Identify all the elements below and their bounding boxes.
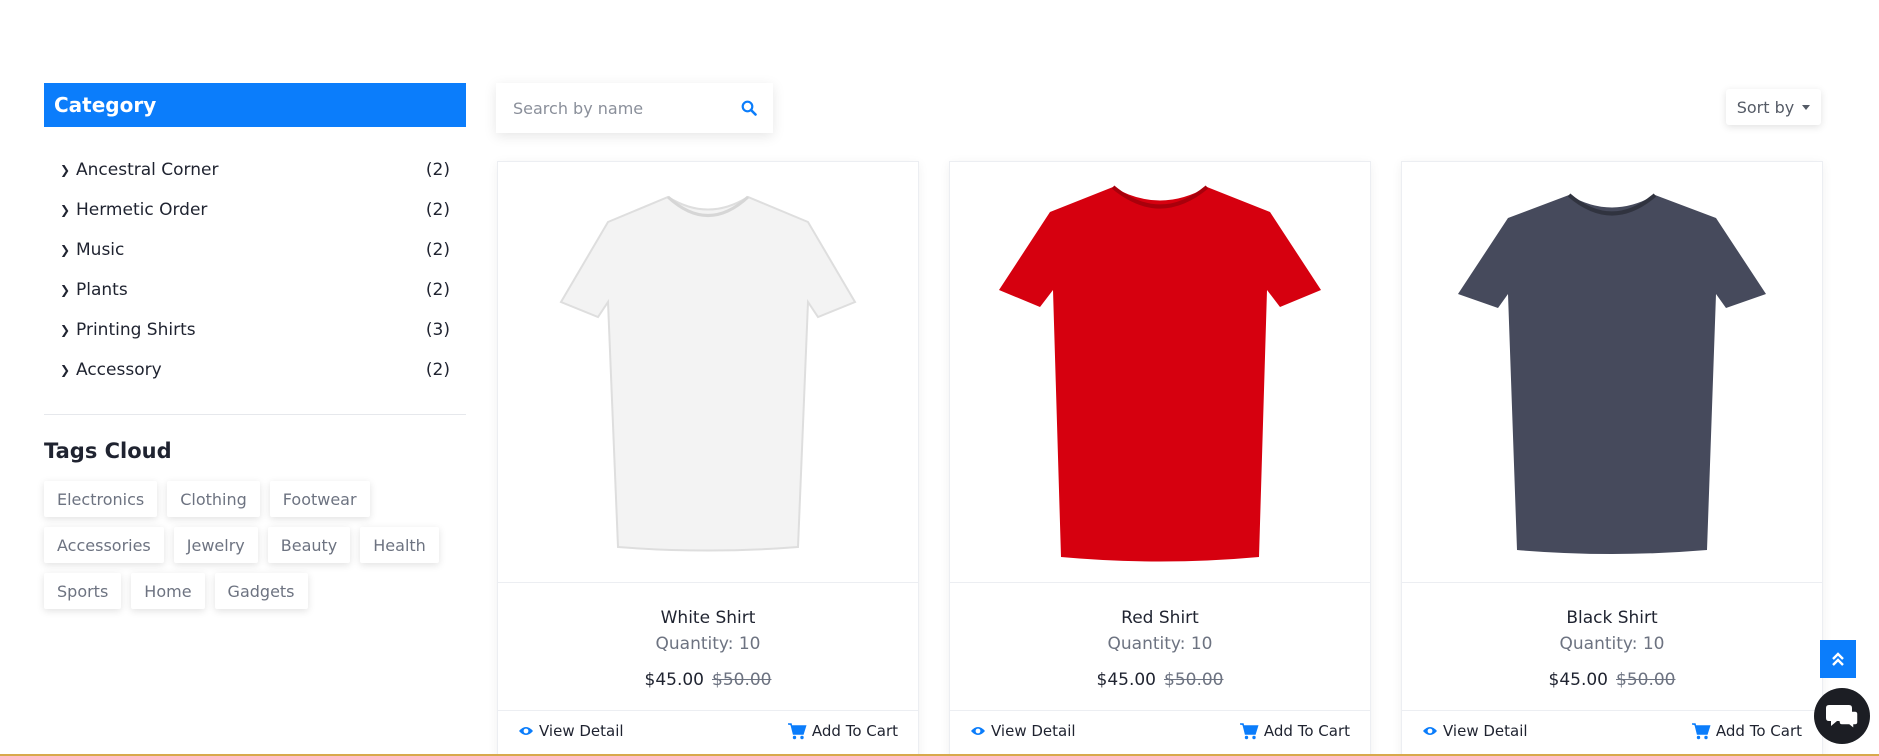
current-price: $45.00 (1096, 670, 1156, 690)
product-actions: View Detail Add To Cart (1402, 711, 1822, 740)
view-detail-button[interactable]: View Detail (970, 722, 1076, 740)
chat-icon (1826, 705, 1859, 731)
category-item[interactable]: ❯ Printing Shirts (3) (60, 310, 450, 350)
sort-by-label: Sort by (1736, 97, 1795, 117)
chevron-right-icon: ❯ (60, 203, 71, 217)
product-price: $45.00 $50.00 (498, 670, 918, 690)
category-label: Printing Shirts (76, 320, 196, 340)
search-icon[interactable] (739, 98, 759, 118)
category-count: (2) (425, 240, 450, 260)
eye-icon (971, 727, 985, 735)
product-name[interactable]: White Shirt (498, 583, 918, 628)
search-input[interactable] (513, 98, 739, 118)
category-item[interactable]: ❯ Plants (2) (60, 270, 450, 310)
view-detail-button[interactable]: View Detail (1422, 722, 1528, 740)
product-quantity: Quantity: 10 (1559, 634, 1665, 654)
product-info: Red Shirt Quantity: 10 $45.00 $50.00 (950, 583, 1370, 711)
product-actions: View Detail Add To Cart (498, 711, 918, 740)
add-to-cart-button[interactable]: Add To Cart (1239, 722, 1350, 740)
cart-icon (1691, 723, 1711, 740)
category-label: Ancestral Corner (76, 160, 219, 180)
chevron-right-icon: ❯ (60, 363, 71, 377)
add-to-cart-button[interactable]: Add To Cart (1691, 722, 1802, 740)
product-quantity: Quantity: 10 (1107, 634, 1213, 654)
product-card: Red Shirt Quantity: 10 $45.00 $50.00 View… (949, 161, 1371, 756)
tag[interactable]: Beauty (267, 527, 351, 563)
category-count: (2) (425, 360, 450, 380)
sidebar-divider (44, 414, 466, 415)
tshirt-image (1458, 192, 1766, 554)
product-card: White Shirt Quantity: 10 $45.00 $50.00 Vi… (497, 161, 919, 756)
product-quantity: Quantity: 10 (655, 634, 761, 654)
old-price: $50.00 (1616, 670, 1676, 690)
view-detail-label: View Detail (539, 722, 624, 740)
category-item[interactable]: ❯ Accessory (2) (60, 350, 450, 390)
category-count: (2) (425, 200, 450, 220)
sidebar: Category ❯ Ancestral Corner (2) ❯ Hermetic… (44, 83, 466, 619)
tags-cloud: Electronics Clothing Footwear Accessorie… (44, 481, 464, 619)
add-to-cart-label: Add To Cart (1715, 722, 1802, 740)
eye-icon (519, 727, 533, 735)
old-price: $50.00 (1164, 670, 1224, 690)
product-image[interactable] (1402, 162, 1822, 583)
tag[interactable]: Accessories (44, 527, 164, 563)
caret-down-icon (1802, 104, 1811, 110)
chevron-right-icon: ❯ (60, 243, 71, 257)
chevron-right-icon: ❯ (60, 283, 71, 297)
category-count: (2) (425, 280, 450, 300)
current-price: $45.00 (1548, 670, 1608, 690)
product-price: $45.00 $50.00 (1402, 670, 1822, 690)
view-detail-button[interactable]: View Detail (518, 722, 624, 740)
add-to-cart-button[interactable]: Add To Cart (787, 722, 898, 740)
add-to-cart-label: Add To Cart (811, 722, 898, 740)
tag[interactable]: Home (131, 573, 205, 609)
tag[interactable]: Clothing (167, 481, 260, 517)
back-to-top-button[interactable] (1820, 640, 1856, 678)
eye-icon (1423, 727, 1437, 735)
category-item[interactable]: ❯ Music (2) (60, 230, 450, 270)
product-image[interactable] (498, 162, 918, 583)
view-detail-label: View Detail (991, 722, 1076, 740)
tshirt-image (559, 195, 857, 552)
product-card: Black Shirt Quantity: 10 $45.00 $50.00 Vi… (1401, 161, 1823, 756)
category-item[interactable]: ❯ Hermetic Order (2) (60, 190, 450, 230)
tag[interactable]: Sports (44, 573, 122, 609)
tag[interactable]: Electronics (44, 481, 158, 517)
sort-by-dropdown[interactable]: Sort by (1726, 89, 1821, 125)
tag[interactable]: Footwear (269, 481, 370, 517)
category-label: Accessory (76, 360, 162, 380)
double-chevron-up-icon (1832, 652, 1844, 666)
tag[interactable]: Jewelry (173, 527, 258, 563)
add-to-cart-label: Add To Cart (1263, 722, 1350, 740)
product-name[interactable]: Black Shirt (1402, 583, 1822, 628)
chevron-right-icon: ❯ (60, 163, 71, 177)
current-price: $45.00 (644, 670, 704, 690)
tag[interactable]: Gadgets (214, 573, 308, 609)
product-info: Black Shirt Quantity: 10 $45.00 $50.00 (1402, 583, 1822, 711)
category-count: (2) (425, 160, 450, 180)
old-price: $50.00 (712, 670, 772, 690)
tags-title: Tags Cloud (44, 439, 172, 463)
product-price: $45.00 $50.00 (950, 670, 1370, 690)
category-header: Category (44, 83, 466, 127)
cart-icon (1239, 723, 1259, 740)
product-actions: View Detail Add To Cart (950, 711, 1370, 740)
category-title: Category (54, 93, 157, 117)
category-list: ❯ Ancestral Corner (2) ❯ Hermetic Order (2… (44, 127, 466, 390)
tshirt-image (999, 185, 1321, 562)
category-count: (3) (425, 320, 450, 340)
view-detail-label: View Detail (1443, 722, 1528, 740)
category-item[interactable]: ❯ Ancestral Corner (2) (60, 150, 450, 190)
chevron-right-icon: ❯ (60, 323, 71, 337)
cart-icon (787, 723, 807, 740)
product-image[interactable] (950, 162, 1370, 583)
chat-button[interactable] (1814, 688, 1870, 744)
category-label: Hermetic Order (76, 200, 208, 220)
category-label: Music (76, 240, 125, 260)
product-name[interactable]: Red Shirt (950, 583, 1370, 628)
tag[interactable]: Health (360, 527, 439, 563)
category-label: Plants (76, 280, 128, 300)
search-box (496, 83, 773, 133)
product-info: White Shirt Quantity: 10 $45.00 $50.00 (498, 583, 918, 711)
